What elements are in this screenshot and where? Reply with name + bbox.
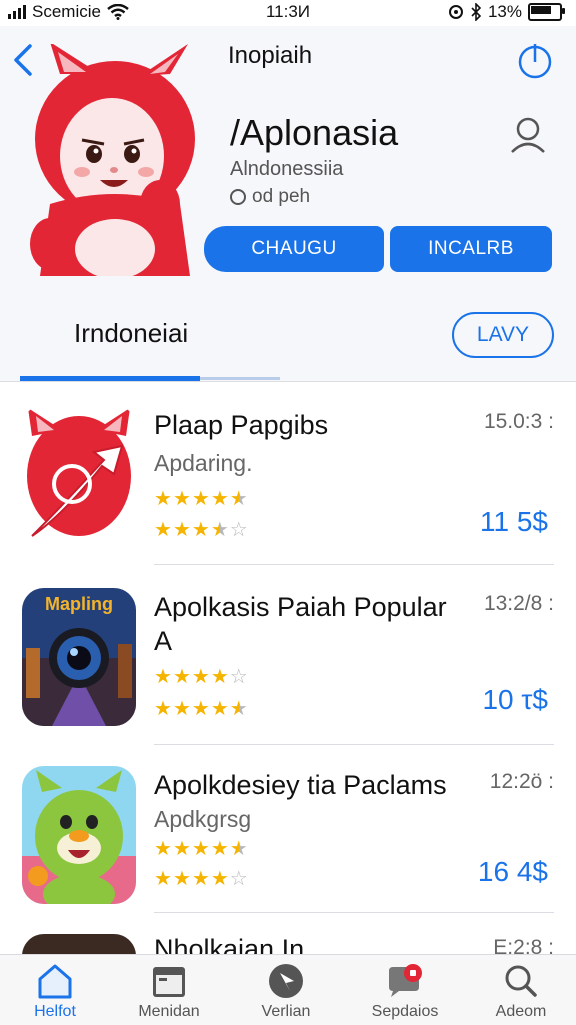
tab-label: Adeom [495,1003,547,1020]
star-icon: ★ [210,488,229,510]
tab-verlian[interactable]: Verlian [231,955,341,1025]
star-icon: ★ [154,666,172,688]
battery-icon [528,3,565,21]
rating-stars: ★ ★ ★ ★ ★ [154,698,248,720]
list-item[interactable]: Apolkdesiey tia Paclams Apdkgrsg 12:2ö :… [0,742,576,920]
developer-label: od peh [252,186,311,207]
rating-stars: ★ ★ ★ ★ ★ [154,838,248,860]
app-price[interactable]: 11 5$ [480,506,548,538]
list-item[interactable]: Mapling Apolkasis Paiah Popular A 13:2/8… [0,564,576,745]
tab-label: Helfot [34,1003,76,1020]
secondary-button[interactable]: INCALRB [390,226,552,272]
list-item[interactable]: Nholkaian In E:2:8 : [0,920,576,954]
tab-indicator-track [200,377,280,380]
nav-title: Inopiaih [228,42,313,69]
rating-stars: ★ ★ ★ ★ ★ [154,488,248,510]
tab-label: Sepdaios [371,1003,439,1020]
star-icon: ★ [172,519,191,541]
app-price[interactable]: 10 τ$ [482,684,548,716]
bottom-tab-bar: Helfot Menidan Verlian Sepdaios Adeom [0,954,576,1025]
arrow-cursor-icon [269,964,303,998]
rating-stars: ★ ★ ★ ★ ☆ [154,666,248,688]
row-divider [154,912,554,913]
star-icon: ★ [210,698,229,720]
app-size: 15.0:3 : [483,410,554,433]
star-icon: ★ [154,838,172,860]
tab-label: Menidan [138,1003,200,1020]
star-icon: ★ [191,868,210,890]
chat-icon [389,964,422,997]
developer-icon [230,189,246,205]
star-icon: ★ [229,838,248,860]
app-icon-mascot-arrow [27,408,131,537]
app-subtitle: Apdkgrsg [154,806,252,832]
star-icon: ★ [172,868,191,890]
share-icon[interactable] [516,40,554,80]
star-icon: ★ [191,698,210,720]
battery-percent: 13% [487,2,522,21]
app-size: E:2:8 : [493,936,554,954]
app-hero-mascot [30,44,195,276]
star-icon: ★ [229,698,248,720]
status-bar: Scemicie 11:3И 13% [0,0,576,26]
list-item[interactable]: Plaap Papgibs Apdaring. 15.0:3 : ★ ★ ★ ★ ★ ★… [0,382,576,565]
star-icon: ★ [210,519,229,541]
star-icon: ★ [154,868,172,890]
star-icon: ★ [191,838,210,860]
star-icon: ★ [172,698,191,720]
home-icon [38,964,72,999]
rating-stars: ★ ★ ★ ★ ☆ [154,868,248,890]
bluetooth-icon [471,3,482,21]
app-name: /Aplonasia [230,112,399,153]
tab-home[interactable]: Helfot [0,955,110,1025]
star-icon: ★ [154,519,172,541]
search-icon [505,965,537,997]
app-icon-text: Mapling [45,594,113,614]
star-icon: ★ [154,698,172,720]
app-developer: od peh [230,186,310,208]
star-icon: ☆ [229,868,248,890]
star-icon: ★ [172,838,191,860]
country-tab[interactable]: Irndoneiai [74,318,188,349]
star-icon: ★ [210,666,229,688]
star-icon: ★ [191,488,210,510]
star-icon: ★ [191,666,210,688]
app-icon [22,934,136,954]
app-title: Apolkdesiey tia Paclams [154,770,447,800]
calendar-icon [153,967,185,997]
star-icon: ★ [210,868,229,890]
star-icon: ★ [172,488,191,510]
star-icon: ★ [229,488,248,510]
tab-label: Verlian [261,1003,311,1020]
app-title: Apolkasis Paiah Popular A [154,592,447,656]
star-icon: ☆ [229,519,248,541]
app-title: Nholkaian In [154,934,305,954]
tab-search[interactable]: Adeom [466,955,576,1025]
star-icon: ☆ [229,666,248,688]
app-subtitle: Apdaring. [154,450,253,476]
star-icon: ★ [172,666,191,688]
app-icon-green-mascot [22,766,136,904]
tab-chat[interactable]: Sepdaios [350,955,460,1025]
app-subtitle: Alndonessiia [230,158,344,180]
status-right: 13% [448,2,565,22]
rating-stars: ★ ★ ★ ★ ☆ [154,519,248,541]
app-size: 12:2ö : [489,770,554,793]
profile-icon[interactable] [508,114,548,156]
star-icon: ★ [154,488,172,510]
location-icon [448,5,463,19]
tab-calendar[interactable]: Menidan [114,955,224,1025]
app-size: 13:2/8 : [483,592,554,615]
filter-button[interactable]: LAVY [452,312,554,358]
star-icon: ★ [210,838,229,860]
app-title: Plaap Papgibs [154,410,329,440]
star-icon: ★ [191,519,210,541]
app-price[interactable]: 16 4$ [478,856,548,888]
primary-button[interactable]: CHAUGU [204,226,384,272]
